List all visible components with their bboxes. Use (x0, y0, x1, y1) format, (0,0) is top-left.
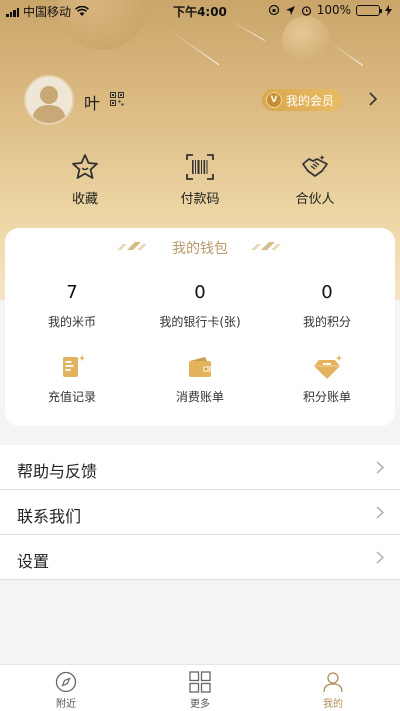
wallet-consumption-bill[interactable]: 消费账单 (135, 352, 265, 405)
stat-label: 我的银行卡(张) (159, 315, 241, 329)
quick-action-label: 合伙人 (295, 192, 335, 207)
quick-action-label: 收藏 (71, 192, 98, 207)
quick-action-partner[interactable]: 合伙人 (270, 152, 360, 207)
stat-label: 我的米币 (47, 315, 96, 329)
decorative-planet (282, 16, 330, 64)
menu-item-contact-us[interactable]: 联系我们 (0, 490, 400, 535)
member-badge-icon: V (266, 92, 282, 108)
status-bar-right: 100% (268, 3, 392, 17)
wallet-title-decoration (251, 242, 281, 250)
wallet-card: 我的钱包 7 我的米币 0 我的银行卡(张) 0 我的积分 充值记录 消费账单 … (5, 228, 395, 426)
default-avatar-icon (26, 77, 72, 123)
diamond-icon (314, 355, 343, 379)
chevron-right-icon (376, 506, 384, 519)
stat-value: 0 (321, 282, 333, 303)
quick-action-favorites[interactable]: 收藏 (40, 152, 130, 207)
menu-item-label: 设置 (17, 552, 50, 571)
menu-item-label: 联系我们 (17, 507, 82, 526)
chevron-right-icon (376, 551, 384, 564)
barcode-scan-icon (186, 154, 214, 180)
wallet-tool-label: 消费账单 (175, 390, 224, 404)
wallet-recharge-records[interactable]: 充值记录 (7, 352, 137, 405)
wallet-icon (189, 357, 211, 377)
chevron-right-icon (376, 461, 384, 474)
wallet-title: 我的钱包 (172, 241, 228, 257)
wallet-points-bill[interactable]: 积分账单 (262, 352, 392, 405)
menu-item-label: 帮助与反馈 (17, 462, 98, 481)
wallet-tool-label: 充值记录 (47, 390, 96, 404)
wallet-stat-coins[interactable]: 7 我的米币 (7, 282, 137, 330)
tab-more[interactable]: 更多 (160, 671, 240, 710)
qr-code-icon[interactable] (110, 92, 124, 106)
recharge-record-icon (63, 355, 86, 377)
person-icon (323, 672, 343, 693)
location-arrow-icon (285, 5, 295, 15)
wallet-stat-points[interactable]: 0 我的积分 (262, 282, 392, 330)
battery-icon (356, 4, 382, 16)
alarm-icon (301, 5, 311, 16)
stat-value: 7 (66, 282, 78, 303)
wallet-tool-label: 积分账单 (302, 390, 351, 404)
compass-icon (55, 671, 77, 693)
avatar[interactable] (24, 75, 74, 125)
my-membership-button[interactable]: V 我的会员 (262, 89, 342, 111)
tab-label: 更多 (190, 699, 210, 710)
tab-bar: 附近 更多 我的 (0, 664, 400, 711)
menu-item-settings[interactable]: 设置 (0, 535, 400, 580)
handshake-icon (302, 155, 328, 177)
chevron-right-icon[interactable] (367, 91, 379, 107)
stat-value: 0 (194, 282, 206, 303)
decorative-streak (169, 30, 220, 66)
battery-percent: 100% (316, 3, 351, 17)
stat-label: 我的积分 (302, 315, 351, 329)
member-label: 我的会员 (286, 93, 335, 108)
tab-label: 附近 (56, 699, 76, 710)
quick-action-payment-code[interactable]: 付款码 (155, 152, 245, 207)
settings-menu: 帮助与反馈 联系我们 设置 (0, 445, 400, 580)
decorative-streak (329, 42, 364, 66)
tab-mine[interactable]: 我的 (293, 671, 373, 710)
user-name: 叶 (84, 94, 101, 113)
tab-label: 我的 (323, 699, 343, 710)
decorative-streak (229, 20, 265, 41)
grid-icon (189, 671, 211, 693)
wallet-stat-bank-cards[interactable]: 0 我的银行卡(张) (135, 282, 265, 330)
quick-action-label: 付款码 (180, 192, 220, 207)
orientation-lock-icon (268, 4, 279, 16)
menu-item-help-feedback[interactable]: 帮助与反馈 (0, 445, 400, 490)
star-icon (72, 154, 98, 179)
tab-nearby[interactable]: 附近 (26, 671, 106, 710)
charging-bolt-icon (385, 4, 392, 16)
status-bar: 中国移动 下午4:00 100% (0, 0, 400, 20)
